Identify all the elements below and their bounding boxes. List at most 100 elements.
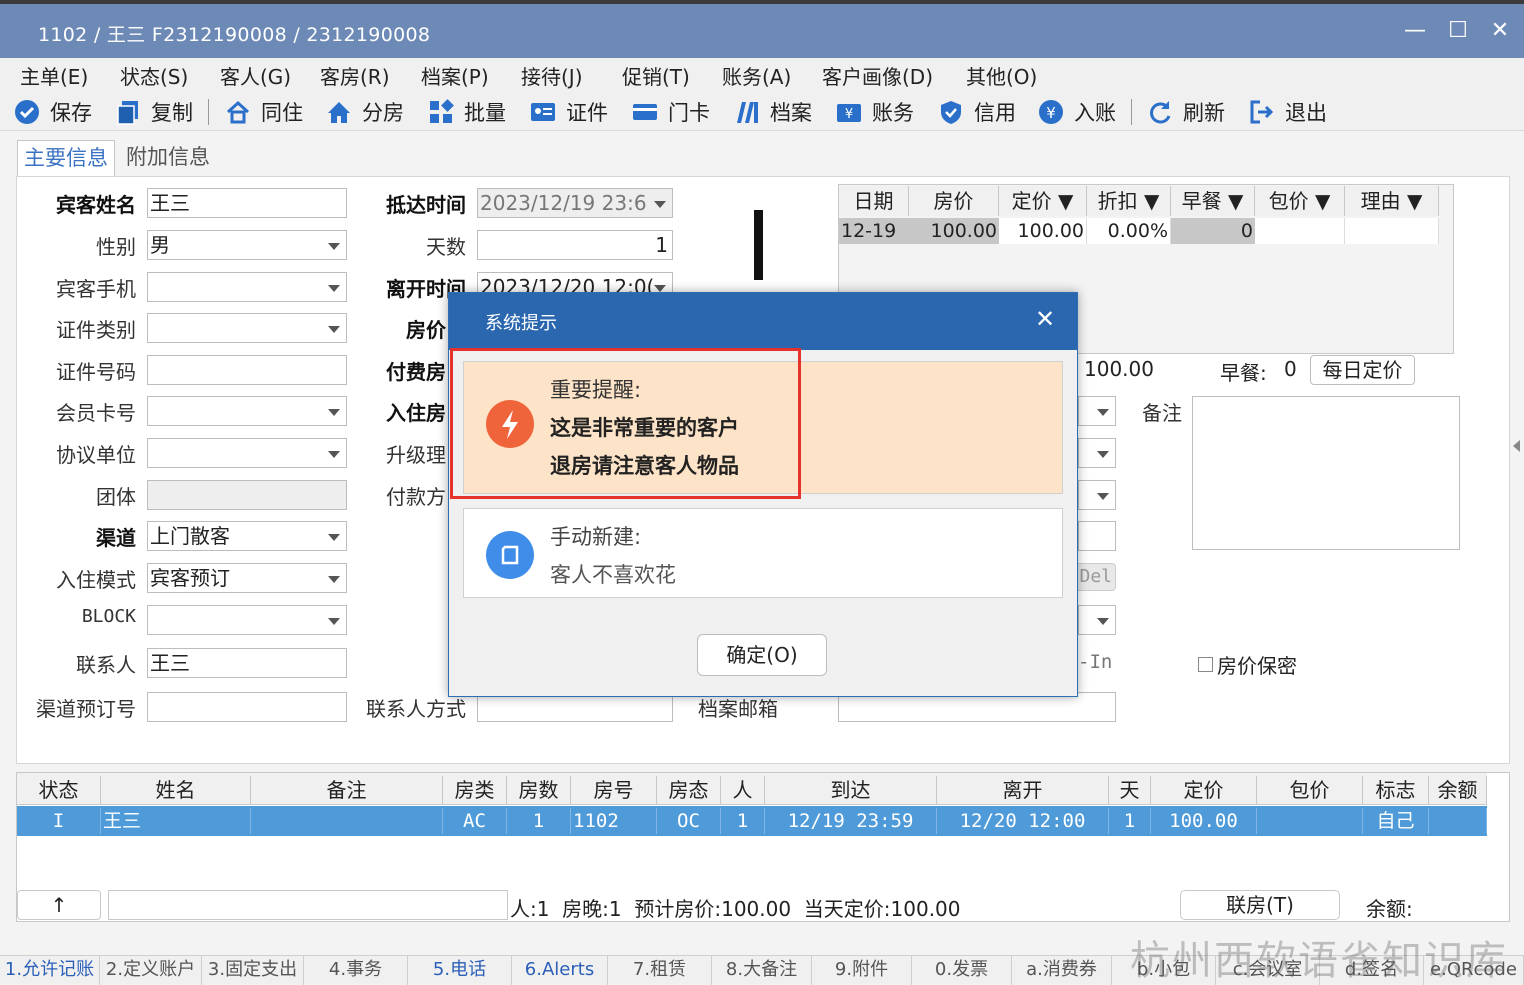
daily-price-button[interactable]: 每日定价 <box>1310 355 1415 385</box>
channel-select[interactable]: 上门散客 <box>147 521 347 551</box>
remark-label: 备注 <box>1142 401 1182 425</box>
table-header-room-no[interactable]: 房号 <box>571 776 657 804</box>
table-header-room-count[interactable]: 房数 <box>507 776 571 804</box>
copy-button[interactable]: 复制 <box>115 97 193 127</box>
grid-header-discount[interactable]: 折扣 ▼ <box>1087 186 1171 216</box>
menu-reception[interactable]: 接待(J) <box>521 61 583 90</box>
table-header-fixed-price[interactable]: 定价 <box>1151 776 1257 804</box>
menu-status[interactable]: 状态(S) <box>120 61 188 90</box>
maximize-button[interactable]: ☐ <box>1443 18 1473 44</box>
menu-room[interactable]: 客房(R) <box>320 61 390 90</box>
extra-select[interactable] <box>1078 605 1116 635</box>
status-tab-9[interactable]: 9.附件 <box>812 955 912 985</box>
guest-name-input[interactable]: 王三 <box>147 188 347 218</box>
grid-header-reason[interactable]: 理由 ▼ <box>1345 186 1439 216</box>
remark-textarea[interactable] <box>1192 396 1460 550</box>
copy-icon <box>115 99 141 125</box>
table-header-room-type[interactable]: 房类 <box>443 776 507 804</box>
status-tab-7[interactable]: 7.租赁 <box>608 955 712 985</box>
channel-order-input[interactable] <box>147 692 347 722</box>
menu-main[interactable]: 主单(E) <box>20 61 88 90</box>
menu-accounts[interactable]: 账务(A) <box>722 61 791 90</box>
arrival-time-picker[interactable]: 2023/12/19 23:6 <box>477 188 673 218</box>
table-header-balance[interactable]: 余额 <box>1429 776 1487 804</box>
status-tab-3[interactable]: 3.固定支出 <box>202 955 304 985</box>
table-header-flag[interactable]: 标志 <box>1363 776 1429 804</box>
agreement-unit-select[interactable] <box>147 438 347 468</box>
table-header-remark[interactable]: 备注 <box>251 776 443 804</box>
home-icon <box>326 99 352 125</box>
grid-header-date[interactable]: 日期 <box>839 186 909 216</box>
menu-customer-portrait[interactable]: 客户画像(D) <box>822 61 933 90</box>
grid-header-package[interactable]: 包价 ▼ <box>1255 186 1345 216</box>
batch-button[interactable]: 批量 <box>428 97 506 127</box>
table-header-name[interactable]: 姓名 <box>101 776 251 804</box>
table-header-status[interactable]: 状态 <box>17 776 101 804</box>
table-header-arrival[interactable]: 到达 <box>765 776 937 804</box>
card-icon <box>632 99 658 125</box>
upgrade-reason-select[interactable] <box>1078 438 1116 468</box>
collapse-arrow-icon[interactable] <box>1513 440 1520 452</box>
group-input[interactable] <box>147 480 347 510</box>
status-tab-8[interactable]: 8.大备注 <box>712 955 812 985</box>
table-header-package-price[interactable]: 包价 <box>1257 776 1363 804</box>
grid-cell-discount: 0.00% <box>1087 218 1171 244</box>
refresh-button[interactable]: 刷新 <box>1147 97 1225 127</box>
table-header-persons[interactable]: 人 <box>721 776 765 804</box>
checkin-mode-select[interactable]: 宾客预订 <box>147 563 347 593</box>
mobile-select[interactable] <box>147 272 347 302</box>
status-tab-4[interactable]: 4.事务 <box>304 955 408 985</box>
link-room-button[interactable]: 联房(T) <box>1180 890 1340 920</box>
status-tab-6[interactable]: 6.Alerts <box>512 955 608 985</box>
price-secret-checkbox[interactable]: 房价保密 <box>1198 650 1297 679</box>
upgrade-reason-label: 升级理 <box>386 443 446 467</box>
contact-input[interactable]: 王三 <box>147 648 347 678</box>
post-entry-button[interactable]: ¥ 入账 <box>1038 97 1116 127</box>
cohabit-button[interactable]: 同住 <box>225 97 303 127</box>
days-input[interactable]: 1 <box>477 230 673 260</box>
credit-button[interactable]: 信用 <box>938 97 1016 127</box>
menu-promotion[interactable]: 促销(T) <box>622 61 690 90</box>
id-type-select[interactable] <box>147 313 347 343</box>
close-window-button[interactable]: ✕ <box>1485 18 1515 44</box>
door-card-button[interactable]: 门卡 <box>632 97 710 127</box>
menu-guest[interactable]: 客人(G) <box>220 61 291 90</box>
menu-profile[interactable]: 档案(P) <box>421 61 489 90</box>
scroll-up-button[interactable]: ↑ <box>17 890 101 920</box>
grid-cell-reason <box>1345 218 1439 244</box>
exit-button[interactable]: 退出 <box>1249 97 1327 127</box>
tab-extra-info[interactable]: 附加信息 <box>120 140 216 176</box>
delete-button[interactable]: Del <box>1074 563 1116 591</box>
status-tab-11[interactable]: a.消费券 <box>1012 955 1112 985</box>
grid-header-fixed-price[interactable]: 定价 ▼ <box>999 186 1087 216</box>
id-number-input[interactable] <box>147 355 347 385</box>
table-header-departure[interactable]: 离开 <box>937 776 1109 804</box>
status-tab-10[interactable]: 0.发票 <box>912 955 1012 985</box>
status-tab-1[interactable]: 1.允许记账 <box>0 955 100 985</box>
minimize-button[interactable]: — <box>1400 18 1430 44</box>
dialog-close-button[interactable]: ✕ <box>1035 305 1055 333</box>
gender-select[interactable]: 男 <box>147 230 347 260</box>
ok-button[interactable]: 确定(O) <box>697 634 827 676</box>
tab-main-info[interactable]: 主要信息 <box>17 140 115 176</box>
block-select[interactable] <box>147 605 347 635</box>
contact-label: 联系人 <box>76 653 136 677</box>
status-tab-5[interactable]: 5.电话 <box>408 955 512 985</box>
table-header-room-state[interactable]: 房态 <box>657 776 721 804</box>
summary-input[interactable] <box>108 890 508 920</box>
assign-room-button[interactable]: 分房 <box>326 97 404 127</box>
profile-button[interactable]: 档案 <box>734 97 812 127</box>
account-button[interactable]: ¥ 账务 <box>836 97 914 127</box>
id-document-button[interactable]: 证件 <box>530 97 608 127</box>
menu-other[interactable]: 其他(O) <box>966 61 1037 90</box>
grid-header-room-price[interactable]: 房价 <box>909 186 999 216</box>
status-tab-2[interactable]: 2.定义账户 <box>100 955 202 985</box>
member-card-select[interactable] <box>147 396 347 426</box>
mobile-label: 宾客手机 <box>56 277 136 301</box>
save-button[interactable]: 保存 <box>14 97 92 127</box>
grid-icon <box>428 99 454 125</box>
table-header-days[interactable]: 天 <box>1109 776 1151 804</box>
grid-header-breakfast[interactable]: 早餐 ▼ <box>1171 186 1255 216</box>
extra-input[interactable] <box>1078 521 1116 551</box>
payment-method-select[interactable] <box>1078 480 1116 510</box>
